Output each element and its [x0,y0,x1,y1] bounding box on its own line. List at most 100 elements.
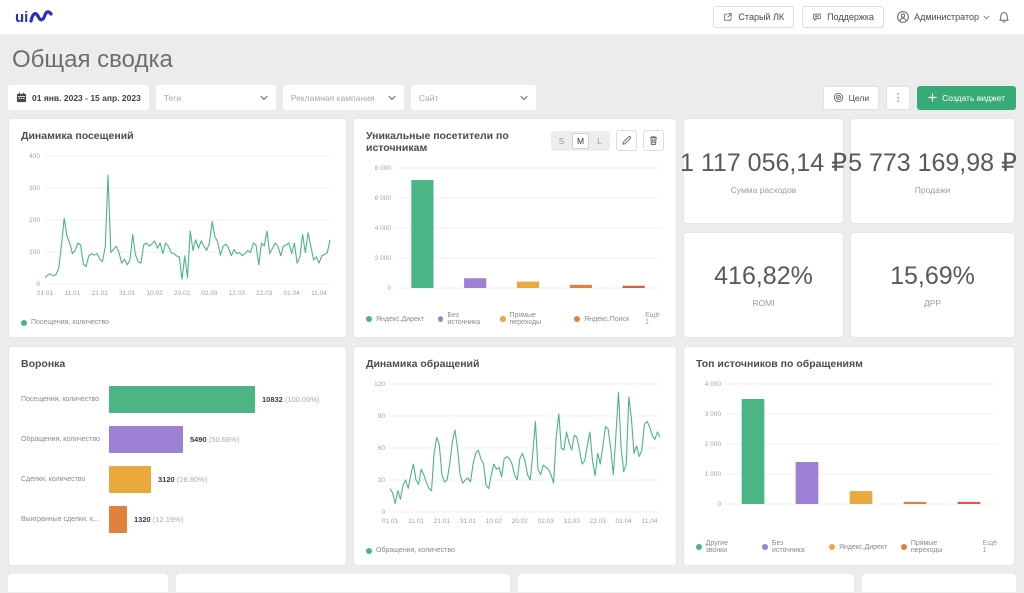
legend-item: Прямые переходы [500,312,560,326]
legend-item: Яндекс.Поиск [574,312,629,326]
size-m-button[interactable]: M [572,133,589,149]
svg-text:4 000: 4 000 [705,381,722,388]
bar [958,502,981,504]
funnel-row: Сделки, количество3120 (28.80%) [21,466,334,493]
bar [850,491,873,504]
funnel-row: Обращения, количество5490 (50.68%) [21,426,334,453]
metric-label: ДРР [924,298,941,308]
romi-metric-card: 416,82% ROMI [683,232,844,338]
chevron-down-icon [520,95,528,101]
size-toggle: S M L [551,131,610,151]
size-s-button[interactable]: S [553,133,570,149]
metric-value: 15,69% [890,262,975,291]
site-select[interactable]: Сайт [411,85,536,110]
bar [742,399,765,504]
legend-dot-icon [21,320,27,326]
target-icon [833,92,844,103]
svg-text:100: 100 [29,249,40,256]
svg-text:01.04: 01.04 [283,290,300,297]
svg-text:2 000: 2 000 [705,441,722,448]
support-button[interactable]: Поддержка [802,6,884,28]
avatar-icon [896,10,910,24]
more-actions-button[interactable]: ⋮ [886,86,910,110]
legend-dot-icon [901,544,907,550]
calendar-icon [16,92,27,103]
chart-legend: Обращения, количество [366,547,664,554]
size-l-button[interactable]: L [591,133,608,149]
svg-text:0: 0 [387,285,391,292]
svg-text:0: 0 [717,501,721,508]
card-title: Уникальные посетители по источникам [366,130,551,154]
uis-logo[interactable]: ui [14,6,66,28]
unique-visitors-card: Уникальные посетители по источникам S M … [353,118,677,338]
svg-text:11.04: 11.04 [642,518,658,525]
goals-button[interactable]: Цели [823,86,879,110]
legend-item: Обращения, количество [366,547,455,554]
old-lk-button[interactable]: Старый ЛК [713,6,794,28]
chevron-down-icon [388,95,396,101]
card-title: Воронка [21,358,65,370]
partial-card [518,574,854,592]
legend-item: Яндекс.Директ [829,540,887,554]
metrics-column-1: 1 117 056,14 ₽ Сумма расходов 416,82% RO… [683,118,844,338]
partial-card [862,574,1016,592]
legend-more-label[interactable]: Ещё 1 [645,312,664,326]
svg-text:02.03: 02.03 [538,518,555,525]
chat-icon [812,12,822,22]
funnel-bar [109,466,151,493]
svg-text:200: 200 [29,217,40,224]
legend-dot-icon [438,316,443,322]
visits-line-chart: 010020030040001.0111.0121.0131.0110.0220… [21,148,334,315]
metric-value: 416,82% [714,262,813,291]
edit-widget-button[interactable] [616,130,637,151]
svg-text:01.01: 01.01 [382,518,399,525]
legend-item: Прямые переходы [901,540,966,554]
svg-text:31.01: 31.01 [119,290,136,297]
svg-text:20.02: 20.02 [174,290,191,297]
metric-label: Сумма расходов [731,185,797,195]
chart-legend: Яндекс.ДиректБез источникаПрямые переход… [366,312,664,326]
expenses-metric-card: 1 117 056,14 ₽ Сумма расходов [683,118,844,224]
widgets-row-1: Динамика посещений 010020030040001.0111.… [8,118,1016,338]
partial-card [176,574,510,592]
user-name: Администратор [914,12,979,22]
create-widget-button[interactable]: Создать виджет [917,86,1016,110]
metric-label: ROMI [752,298,774,308]
user-menu[interactable]: Администратор [896,10,990,24]
svg-text:11.04: 11.04 [311,290,327,297]
chevron-down-icon [260,95,268,101]
metric-value: 5 773 169,98 ₽ [848,148,1017,178]
support-label: Поддержка [827,12,874,22]
svg-text:10.02: 10.02 [486,518,503,525]
svg-text:400: 400 [29,153,40,160]
funnel-card: Воронка Посещения, количество10832 (100.… [8,346,347,566]
bar [904,502,927,504]
top-bar: ui Старый ЛК Поддержка Администратор [0,0,1024,35]
bar [464,278,486,288]
funnel-bar [109,426,183,453]
tags-placeholder: Теги [164,93,181,103]
svg-text:21.01: 21.01 [92,290,109,297]
pencil-icon [621,135,632,146]
bar [411,180,433,288]
legend-item: Без источника [762,540,815,554]
goals-label: Цели [849,93,869,103]
page-title: Общая сводка [12,46,1012,74]
widgets-row-3-partial [8,574,1016,592]
svg-text:22.03: 22.03 [590,518,607,525]
chevron-down-icon [983,15,990,20]
delete-widget-button[interactable] [643,130,664,151]
tags-select[interactable]: Теги [156,85,276,110]
campaign-select[interactable]: Рекламная кампания [283,85,404,110]
svg-text:120: 120 [374,381,385,388]
site-placeholder: Сайт [419,93,439,103]
legend-more-label[interactable]: Ещё 1 [983,540,1002,554]
create-widget-label: Создать виджет [942,93,1005,103]
campaign-placeholder: Рекламная кампания [291,93,375,103]
card-title: Динамика посещений [21,130,134,142]
svg-text:02.03: 02.03 [201,290,218,297]
old-lk-label: Старый ЛК [738,12,784,22]
date-range-picker[interactable]: 01 янв. 2023 - 15 апр. 2023 [8,85,149,110]
bell-icon[interactable] [998,11,1010,24]
legend-item: Яндекс.Директ [366,312,424,326]
